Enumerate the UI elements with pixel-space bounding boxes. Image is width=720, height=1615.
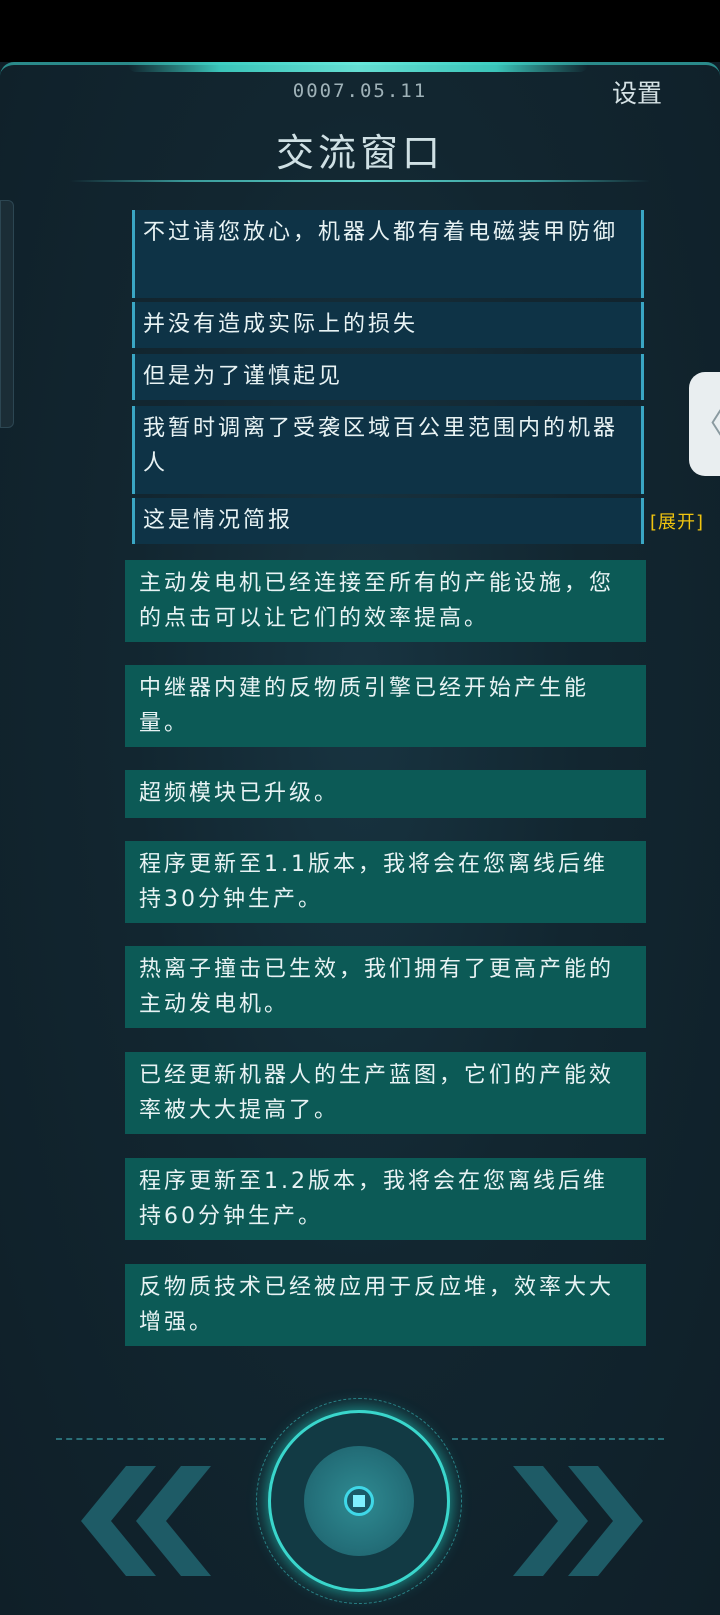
settings-button[interactable]: 设置 <box>612 74 662 110</box>
double-chevron-right-icon[interactable] <box>508 1466 658 1576</box>
system-message: 不过请您放心，机器人都有着电磁装甲防御 <box>132 210 644 298</box>
bot-message: 中继器内建的反物质引擎已经开始产生能量。 <box>125 665 646 747</box>
bot-message: 程序更新至1.2版本，我将会在您离线后维持60分钟生产。 <box>125 1158 646 1240</box>
nav-divider-right <box>452 1438 664 1440</box>
status-bar <box>0 0 720 62</box>
side-tab-button[interactable]: 〈 <box>689 372 720 476</box>
system-message: 并没有造成实际上的损失 <box>132 302 644 348</box>
bot-message: 主动发电机已经连接至所有的产能设施，您的点击可以让它们的效率提高。 <box>125 560 646 642</box>
bot-message: 超频模块已升级。 <box>125 770 646 818</box>
chevron-left-icon: 〈 <box>695 402 720 442</box>
bot-message: 已经更新机器人的生产蓝图，它们的产能效率被大大提高了。 <box>125 1052 646 1134</box>
bot-message: 反物质技术已经被应用于反应堆，效率大大增强。 <box>125 1264 646 1346</box>
page-title: 交流窗口 <box>275 131 444 175</box>
title-divider <box>70 180 650 182</box>
game-date: 0007.05.11 <box>292 80 428 102</box>
panel-glow <box>128 62 588 72</box>
nav-divider-left <box>56 1438 266 1440</box>
system-message: 我暂时调离了受袭区域百公里范围内的机器人 <box>132 406 644 494</box>
system-message: 这是情况简报 <box>132 498 644 544</box>
home-core-dot <box>353 1495 365 1507</box>
double-chevron-left-icon[interactable] <box>66 1466 216 1576</box>
bot-message: 热离子撞击已生效，我们拥有了更高产能的主动发电机。 <box>125 946 646 1028</box>
system-message: 但是为了谨慎起见 <box>132 354 644 400</box>
bot-message: 程序更新至1.1版本，我将会在您离线后维持30分钟生产。 <box>125 841 646 923</box>
left-drawer-handle[interactable] <box>0 200 14 428</box>
